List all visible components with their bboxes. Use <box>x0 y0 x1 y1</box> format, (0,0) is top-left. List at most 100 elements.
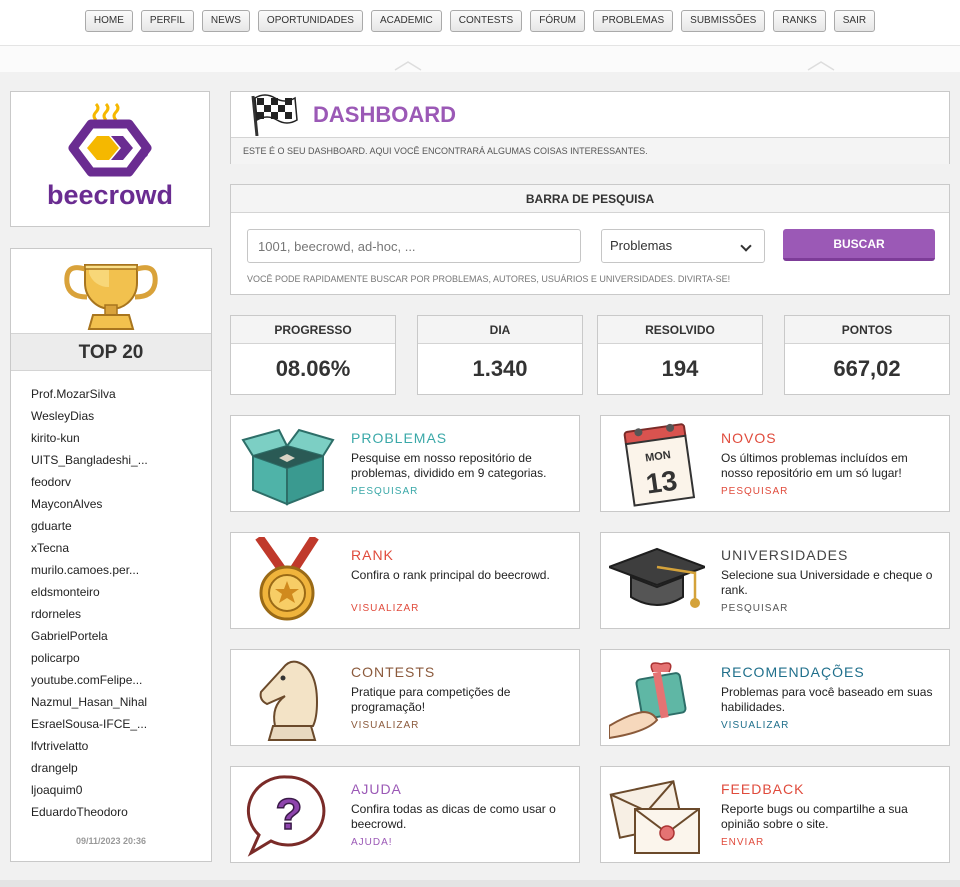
card-description: Confira todas as dicas de como usar o be… <box>351 802 556 831</box>
band-pattern <box>394 61 835 71</box>
card-rank[interactable]: RANK Confira o rank principal do beecrow… <box>230 532 580 629</box>
top20-user[interactable]: rdorneles <box>31 607 148 629</box>
top20-user[interactable]: policarpo <box>31 651 148 673</box>
top20-user[interactable]: youtube.comFelipe... <box>31 673 148 695</box>
card-description: Os últimos problemas incluídos em nosso … <box>721 451 908 480</box>
nav-contests[interactable]: CONTESTS <box>449 10 523 32</box>
top20-user[interactable]: EsraelSousa-IFCE_... <box>31 717 148 739</box>
top20-user[interactable]: kirito-kun <box>31 431 148 453</box>
top-bar: HOME PERFIL NEWS OPORTUNIDADES ACADEMIC CONTE… <box>0 0 960 46</box>
search-type-select[interactable]: Problemas <box>601 229 765 263</box>
card-title: AJUDA <box>351 781 402 797</box>
decorative-band <box>0 46 960 72</box>
card-description: Confira o rank principal do beecrowd. <box>351 568 550 582</box>
stat-value: 667,02 <box>833 356 901 381</box>
nav-oportunidades[interactable]: OPORTUNIDADES <box>257 10 363 32</box>
card-feedback[interactable]: FEEDBACK Reporte bugs ou compartilhe a s… <box>600 766 950 863</box>
chevron-down-icon <box>740 240 752 252</box>
top20-user[interactable]: Prof.MozarSilva <box>31 387 148 409</box>
nav-perfil[interactable]: PERFIL <box>140 10 194 32</box>
card-link-pesquisar[interactable]: PESQUISAR <box>721 486 788 497</box>
dashboard-title: DASHBOARD <box>313 102 456 127</box>
card-description: Pratique para competições de programação… <box>351 685 511 714</box>
search-button[interactable]: BUSCAR <box>783 229 935 261</box>
nav-forum[interactable]: FÓRUM <box>530 10 585 32</box>
stat-progresso: PROGRESSO 08.06% <box>230 315 396 395</box>
question-bubble-icon: ? <box>246 775 326 857</box>
search-input[interactable] <box>247 229 581 263</box>
graduation-cap-icon <box>609 547 705 608</box>
stat-value: 08.06% <box>275 356 351 381</box>
card-link-pesquisar[interactable]: PESQUISAR <box>721 603 788 614</box>
gift-icon <box>609 662 687 740</box>
nav-ranks[interactable]: RANKS <box>773 10 826 32</box>
nav-submissoes[interactable]: SUBMISSÕES <box>681 10 766 32</box>
top20-user[interactable]: murilo.camoes.per... <box>31 563 148 585</box>
dashboard-panel: DASHBOARD ESTE É O SEU DASHBOARD. AQUI V… <box>230 91 950 164</box>
card-title: UNIVERSIDADES <box>721 547 849 563</box>
logo-panel[interactable]: beecrowd <box>10 91 210 227</box>
top20-user[interactable]: UITS_Bangladeshi_... <box>31 453 148 475</box>
stat-resolvido: RESOLVIDO 194 <box>597 315 763 395</box>
top20-date: 09/11/2023 20:36 <box>75 836 147 846</box>
chess-knight-icon <box>259 660 319 741</box>
calendar-icon: MON 13 <box>623 423 696 507</box>
top20-user[interactable]: feodorv <box>31 475 148 497</box>
card-ajuda[interactable]: ? AJUDA Confira todas as dicas de como u… <box>230 766 580 863</box>
box-icon <box>241 428 335 506</box>
top20-user[interactable]: eldsmonteiro <box>31 585 148 607</box>
medal-icon <box>255 537 319 621</box>
card-link-enviar[interactable]: ENVIAR <box>721 837 764 848</box>
search-title: BARRA DE PESQUISA <box>231 185 949 213</box>
card-description: Pesquise em nosso repositório de problem… <box>351 451 547 480</box>
card-universidades[interactable]: UNIVERSIDADES Selecione sua Universidade… <box>600 532 950 629</box>
main-nav: HOME PERFIL NEWS OPORTUNIDADES ACADEMIC CONTE… <box>0 10 960 32</box>
card-description: Problemas para você baseado em suas habi… <box>721 685 933 714</box>
top20-user[interactable]: WesleyDias <box>31 409 148 431</box>
card-description: Reporte bugs ou compartilhe a sua opiniã… <box>721 802 908 831</box>
top20-list: Prof.MozarSilva WesleyDias kirito-kun UI… <box>31 387 148 827</box>
card-link-visualizar[interactable]: VISUALIZAR <box>351 603 419 614</box>
top20-user[interactable]: gduarte <box>31 519 148 541</box>
stat-label: RESOLVIDO <box>598 316 762 344</box>
nav-news[interactable]: NEWS <box>201 10 250 32</box>
nav-academic[interactable]: ACADEMIC <box>370 10 442 32</box>
card-link-pesquisar[interactable]: PESQUISAR <box>351 486 418 497</box>
calendar-date: 13 <box>644 465 679 500</box>
card-link-visualizar[interactable]: VISUALIZAR <box>721 720 789 731</box>
envelope-icon <box>609 780 700 854</box>
trophy-icon <box>64 264 158 330</box>
card-link-ajuda[interactable]: AJUDA! <box>351 837 393 848</box>
top20-panel: TOP 20 Prof.MozarSilva WesleyDias kirito… <box>10 248 212 862</box>
checkered-flag-icon <box>251 94 298 136</box>
card-recomendacoes[interactable]: RECOMENDAÇÕES Problemas para você basead… <box>600 649 950 746</box>
top20-user[interactable]: MayconAlves <box>31 497 148 519</box>
stat-label: PROGRESSO <box>231 316 395 344</box>
card-title: RANK <box>351 547 394 563</box>
card-problemas[interactable]: PROBLEMAS Pesquise em nosso repositório … <box>230 415 580 512</box>
beecrowd-logo[interactable]: beecrowd <box>11 92 211 228</box>
top20-user[interactable]: EduardoTheodoro <box>31 805 148 827</box>
nav-home[interactable]: HOME <box>84 10 133 32</box>
card-title: CONTESTS <box>351 664 436 680</box>
dashboard-description: ESTE É O SEU DASHBOARD. AQUI VOCÊ ENCONT… <box>231 137 949 164</box>
top20-title: TOP 20 <box>11 333 211 371</box>
nav-problemas[interactable]: PROBLEMAS <box>592 10 674 32</box>
nav-sair[interactable]: SAIR <box>833 10 876 32</box>
card-title: NOVOS <box>721 430 777 446</box>
search-hint: VOCÊ PODE RAPIDAMENTE BUSCAR POR PROBLEM… <box>247 274 731 284</box>
card-title: RECOMENDAÇÕES <box>721 664 865 680</box>
stat-label: PONTOS <box>785 316 949 344</box>
top20-user[interactable]: lfvtrivelatto <box>31 739 148 761</box>
top20-user[interactable]: xTecna <box>31 541 148 563</box>
stat-label: DIA <box>418 316 582 344</box>
top20-user[interactable]: drangelp <box>31 761 148 783</box>
card-title: PROBLEMAS <box>351 430 448 446</box>
top20-user[interactable]: GabrielPortela <box>31 629 148 651</box>
card-novos[interactable]: MON 13 NOVOS Os últimos problemas incluí… <box>600 415 950 512</box>
top20-user[interactable]: Nazmul_Hasan_Nihal <box>31 695 148 717</box>
top20-user[interactable]: ljoaquim0 <box>31 783 148 805</box>
card-link-visualizar[interactable]: VISUALIZAR <box>351 720 419 731</box>
card-contests[interactable]: CONTESTS Pratique para competições de pr… <box>230 649 580 746</box>
card-description: Selecione sua Universidade e cheque o ra… <box>721 568 933 597</box>
